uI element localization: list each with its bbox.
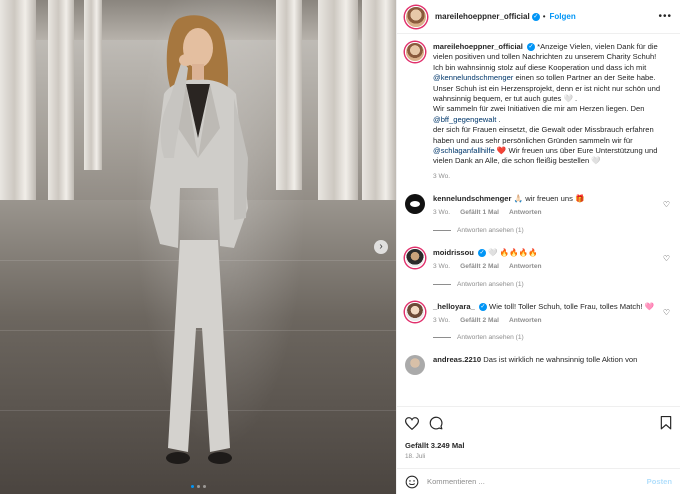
follow-button[interactable]: Folgen [550, 12, 576, 21]
caption-paragraph: einen so tollen Partner an der Seite hab… [515, 73, 656, 83]
reply-button[interactable]: Antworten [509, 208, 542, 218]
commenter-avatar[interactable] [405, 247, 425, 268]
photo-column [0, 0, 36, 230]
post-header: mareilehoeppner_official ✓ • Folgen ••• [397, 0, 680, 34]
comment: moidrissou ✓ 🤍 🔥🔥🔥🔥 3 Wo. Gefällt 2 Mal … [405, 247, 672, 273]
comment-likes[interactable]: Gefällt 1 Mal [460, 208, 499, 218]
caption-paragraph: der sich für Frauen einsetzt, die Gewalt… [433, 125, 654, 145]
post-photo[interactable]: › [0, 0, 396, 494]
caption: mareilehoeppner_official ✓ *Anzeige Viel… [405, 42, 672, 180]
comment-time[interactable]: 3 Wo. [433, 316, 450, 326]
reply-button[interactable]: Antworten [509, 262, 542, 272]
photo-column [48, 0, 74, 200]
carousel-dot [202, 485, 206, 488]
add-comment-bar: Kommentieren ... Posten [397, 468, 680, 494]
photo-column [318, 0, 358, 220]
mention-link[interactable]: @schlaganfallhilfe [433, 146, 495, 155]
carousel-dots [0, 485, 396, 488]
heart-icon[interactable]: ♡ [663, 254, 670, 263]
comments-scroll-area[interactable]: mareilehoeppner_official ✓ *Anzeige Viel… [397, 34, 680, 406]
view-replies[interactable]: Antworten ansehen (1) [433, 281, 672, 288]
woman-in-suit-figure [150, 15, 248, 464]
view-replies[interactable]: Antworten ansehen (1) [433, 334, 672, 341]
comment-likes[interactable]: Gefällt 2 Mal [460, 316, 499, 326]
comment-text: 🤍 🔥🔥🔥🔥 [488, 247, 538, 257]
comment-username[interactable]: andreas.2210 [433, 355, 481, 364]
verified-icon: ✓ [478, 302, 487, 311]
comment-text: Das ist wirklich ne wahnsinnig tolle Akt… [483, 355, 638, 365]
author-username[interactable]: mareilehoeppner_official [435, 12, 530, 21]
comment-time[interactable]: 3 Wo. [433, 208, 450, 218]
comment-bubble-icon[interactable] [429, 416, 443, 430]
post-date[interactable]: 18. Juli [405, 453, 672, 460]
comment: _helloyara_ ✓ Wie toll! Toller Schuh, to… [405, 301, 672, 327]
caption-paragraph: Unser Schuh ist ein Herzensprojekt, denn… [433, 83, 661, 104]
verified-icon: ✓ [478, 248, 487, 257]
post-side-panel: mareilehoeppner_official ✓ • Folgen ••• … [396, 0, 680, 494]
comment: andreas.2210 Das ist wirklich ne wahnsin… [405, 355, 672, 376]
author-avatar[interactable] [405, 5, 427, 28]
view-replies[interactable]: Antworten ansehen (1) [433, 227, 672, 234]
reply-button[interactable]: Antworten [509, 316, 542, 326]
view-replies-label[interactable]: Antworten ansehen (1) [457, 227, 524, 234]
emoji-icon[interactable] [405, 475, 419, 489]
like-heart-icon[interactable] [405, 416, 419, 430]
more-options-icon[interactable]: ••• [658, 11, 672, 22]
photo-column [84, 0, 102, 170]
post-actions: Gefällt 3.249 Mal 18. Juli [397, 406, 680, 460]
next-slide-button[interactable]: › [374, 240, 388, 254]
separator-dot: • [542, 12, 546, 21]
carousel-dot [196, 485, 200, 488]
post-dialog: › mareilehoeppner_official ✓ • Folgen ••… [0, 0, 680, 494]
mention-link[interactable]: @kennelundschmenger [433, 73, 513, 82]
commenter-avatar[interactable] [405, 355, 425, 376]
author-avatar[interactable] [405, 42, 425, 62]
comment-username[interactable]: _helloyara_ [433, 302, 475, 311]
comment-time[interactable]: 3 Wo. [433, 262, 450, 272]
verified-icon: ✓ [531, 12, 540, 21]
caption-paragraph: . [498, 114, 501, 124]
comment-text: 🙏🏻 wir freuen uns 🎁 [513, 193, 585, 203]
caption-username[interactable]: mareilehoeppner_official [433, 42, 523, 51]
post-comment-button[interactable]: Posten [647, 477, 672, 486]
caption-paragraph: Ich bin wahnsinnig stolz auf diese Koope… [433, 62, 647, 72]
caption-time[interactable]: 3 Wo. [433, 173, 672, 180]
likes-count[interactable]: Gefällt 3.249 Mal [405, 441, 672, 450]
carousel-dot [190, 485, 194, 488]
heart-icon[interactable]: ♡ [663, 200, 670, 209]
comment: kennelundschmenger 🙏🏻 wir freuen uns 🎁 3… [405, 193, 672, 219]
comment-text: Wie toll! Toller Schuh, tolle Frau, toll… [489, 301, 655, 311]
heart-icon[interactable]: ♡ [663, 308, 670, 317]
verified-icon: ✓ [527, 43, 536, 51]
save-bookmark-icon[interactable] [660, 416, 672, 430]
commenter-avatar[interactable] [405, 301, 425, 322]
comment-input[interactable]: Kommentieren ... [427, 477, 639, 486]
view-replies-label[interactable]: Antworten ansehen (1) [457, 334, 524, 341]
comment-username[interactable]: kennelundschmenger [433, 194, 512, 203]
mention-link[interactable]: @bff_gegengewalt [433, 115, 496, 124]
view-replies-label[interactable]: Antworten ansehen (1) [457, 281, 524, 288]
caption-text: mareilehoeppner_official ✓ *Anzeige Viel… [433, 42, 672, 167]
comment-likes[interactable]: Gefällt 2 Mal [460, 262, 499, 272]
commenter-avatar[interactable] [405, 193, 425, 214]
caption-paragraph: Wir sammeln für zwei Initiativen die mir… [433, 104, 645, 114]
comment-username[interactable]: moidrissou [433, 248, 474, 257]
